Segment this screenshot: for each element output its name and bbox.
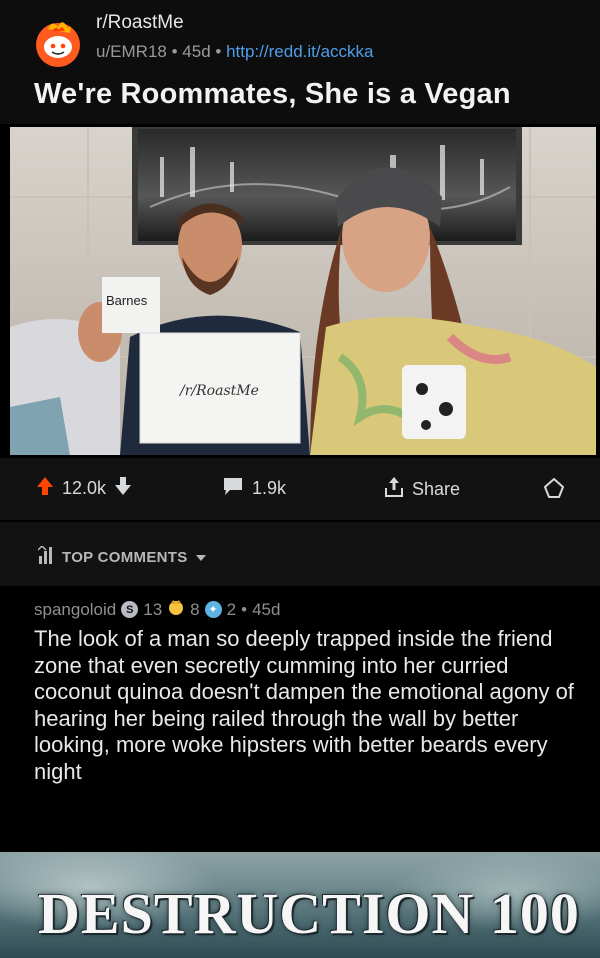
silver-count: 13 (143, 599, 163, 619)
roastme-icon (36, 22, 80, 67)
comment-icon (222, 476, 244, 501)
comments-sort-bar: TOP COMMENTS (0, 522, 600, 586)
share-button[interactable]: Share (384, 476, 460, 503)
comment-sort-dropdown[interactable]: TOP COMMENTS (37, 544, 206, 568)
post-age: 45d (182, 42, 211, 61)
platinum-count: 2 (226, 599, 237, 619)
upvote-icon[interactable] (36, 476, 54, 501)
top-comment: spangoloid S 13 8 ✦ 2 • 45d The look of … (0, 588, 600, 850)
sort-icon (37, 544, 54, 568)
downvote-icon[interactable] (114, 476, 132, 501)
gold-award-icon (167, 598, 185, 621)
subreddit-avatar[interactable] (32, 17, 84, 69)
comment-meta: spangoloid S 13 8 ✦ 2 • 45d (34, 598, 280, 621)
post-actions: 12.0k 1.9k Share (0, 458, 600, 520)
comment-username[interactable]: spangoloid (34, 600, 116, 620)
share-icon (384, 476, 404, 503)
gold-count: 8 (190, 599, 200, 619)
comment-age: 45d (252, 599, 281, 619)
post-title[interactable]: We're Roommates, She is a Vegan (34, 78, 511, 111)
share-label: Share (412, 479, 461, 499)
subreddit-name[interactable]: r/RoastMe (96, 12, 184, 34)
chevron-down-icon (195, 549, 206, 566)
vote-group: 12.0k (36, 476, 132, 501)
comments-button[interactable]: 1.9k (222, 476, 286, 501)
meta-separator: • (241, 599, 248, 619)
mug-text: Barnes (106, 293, 148, 308)
meme-caption: DESTRUCTION 100 (38, 881, 580, 946)
post-link[interactable]: http://redd.it/acckka (226, 42, 373, 61)
platinum-award-icon: ✦ (204, 601, 222, 618)
meta-separator: • (171, 42, 183, 61)
post-image[interactable]: Barnes /r/RoastMe (10, 127, 596, 455)
comment-count: 1.9k (252, 478, 287, 498)
sign-text: /r/RoastMe (178, 383, 259, 399)
roommates-photo: Barnes /r/RoastMe (10, 127, 596, 455)
award-icon (544, 478, 564, 503)
post-meta: u/EMR18 • 45d • http://redd.it/acckka (96, 42, 374, 62)
meme-banner: DESTRUCTION 100 (0, 852, 600, 958)
post-header: r/RoastMe u/EMR18 • 45d • http://redd.it… (0, 0, 600, 124)
sort-label: TOP COMMENTS (62, 548, 188, 566)
vote-count: 12.0k (62, 478, 107, 498)
comment-body: The look of a man so deeply trapped insi… (34, 626, 574, 784)
meta-separator: • (215, 42, 227, 61)
post-author[interactable]: u/EMR18 (96, 42, 167, 61)
award-button[interactable] (544, 478, 564, 503)
silver-award-icon: S (121, 601, 139, 618)
